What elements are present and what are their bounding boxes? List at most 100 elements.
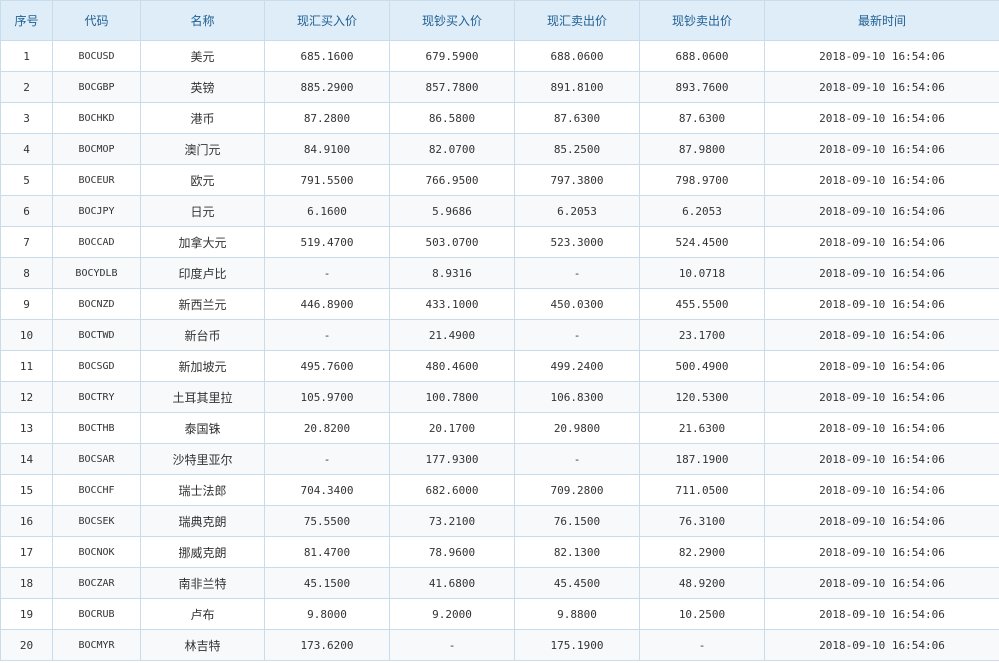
cell-spot-buy: - (264, 257, 390, 289)
cell-cash-buy: 857.7800 (389, 71, 515, 103)
cell-code: BOCEUR (52, 164, 141, 196)
cell-currency-name: 沙特里亚尔 (140, 443, 265, 475)
cell-index: 6 (0, 195, 53, 227)
cell-cash-buy: 682.6000 (389, 474, 515, 506)
cell-latest-time: 2018-09-10 16:54:06 (764, 71, 999, 103)
cell-latest-time: 2018-09-10 16:54:06 (764, 350, 999, 382)
cell-spot-sell: 82.1300 (514, 536, 640, 568)
cell-currency-name: 挪威克朗 (140, 536, 265, 568)
cell-currency-name: 土耳其里拉 (140, 381, 265, 413)
cell-currency-name: 加拿大元 (140, 226, 265, 258)
cell-index: 18 (0, 567, 53, 599)
cell-spot-sell: 523.3000 (514, 226, 640, 258)
cell-latest-time: 2018-09-10 16:54:06 (764, 195, 999, 227)
cell-code: BOCMYR (52, 629, 141, 661)
cell-currency-name: 英镑 (140, 71, 265, 103)
cell-currency-name: 印度卢比 (140, 257, 265, 289)
cell-cash-sell: 524.4500 (639, 226, 765, 258)
cell-spot-buy: 75.5500 (264, 505, 390, 537)
cell-spot-sell: 76.1500 (514, 505, 640, 537)
cell-code: BOCTWD (52, 319, 141, 351)
cell-code: BOCUSD (52, 40, 141, 72)
cell-spot-buy: 87.2800 (264, 102, 390, 134)
cell-currency-name: 新西兰元 (140, 288, 265, 320)
cell-currency-name: 澳门元 (140, 133, 265, 165)
cell-spot-buy: - (264, 443, 390, 475)
header-spot-buy: 现汇买入价 (264, 0, 390, 41)
table-row: 2 BOCGBP 英镑 885.2900 857.7800 891.8100 893.760… (0, 71, 999, 103)
table-header: 序号 代码 名称 现汇买入价 现钞买入价 现汇卖出价 现钞卖出价 最新时间 (0, 0, 999, 41)
cell-cash-buy: 503.0700 (389, 226, 515, 258)
cell-currency-name: 日元 (140, 195, 265, 227)
cell-currency-name: 卢布 (140, 598, 265, 630)
cell-spot-buy: - (264, 319, 390, 351)
table-row: 8 BOCYDLB 印度卢比 -8.9316-10.0718 2018-09-10 16… (0, 257, 999, 289)
cell-latest-time: 2018-09-10 16:54:06 (764, 412, 999, 444)
cell-latest-time: 2018-09-10 16:54:06 (764, 102, 999, 134)
cell-cash-buy: 480.4600 (389, 350, 515, 382)
table-row: 6 BOCJPY 日元 6.1600 5.9686 6.2053 6.2053 2018-09… (0, 195, 999, 227)
cell-spot-sell: 20.9800 (514, 412, 640, 444)
cell-currency-name: 南非兰特 (140, 567, 265, 599)
cell-spot-buy: 45.1500 (264, 567, 390, 599)
cell-index: 19 (0, 598, 53, 630)
table-row: 18 BOCZAR 南非兰特 45.1500 41.6800 45.4500 48.9200… (0, 567, 999, 599)
table-row: 10 BOCTWD 新台币 -21.4900-23.1700 2018-09-10 16… (0, 319, 999, 351)
table-row: 11 BOCSGD 新加坡元 495.7600 480.4600 499.2400 500.… (0, 350, 999, 382)
cell-spot-sell: 891.8100 (514, 71, 640, 103)
cell-index: 13 (0, 412, 53, 444)
cell-currency-name: 欧元 (140, 164, 265, 196)
cell-latest-time: 2018-09-10 16:54:06 (764, 598, 999, 630)
cell-spot-buy: 9.8000 (264, 598, 390, 630)
cell-code: BOCSGD (52, 350, 141, 382)
cell-spot-sell: 450.0300 (514, 288, 640, 320)
header-index: 序号 (0, 0, 53, 41)
cell-cash-sell: 187.1900 (639, 443, 765, 475)
table-row: 20 BOCMYR 林吉特 173.6200-175.1900-2018-09-10 … (0, 629, 999, 661)
cell-code: BOCMOP (52, 133, 141, 165)
table-row: 17 BOCNOK 挪威克朗 81.4700 78.9600 82.1300 82.2900… (0, 536, 999, 568)
table-row: 19 BOCRUB 卢布 9.8000 9.2000 9.8800 10.2500 2018-… (0, 598, 999, 630)
cell-code: BOCTHB (52, 412, 141, 444)
cell-latest-time: 2018-09-10 16:54:06 (764, 133, 999, 165)
cell-cash-buy: 433.1000 (389, 288, 515, 320)
cell-index: 17 (0, 536, 53, 568)
cell-cash-buy: 73.2100 (389, 505, 515, 537)
cell-code: BOCSEK (52, 505, 141, 537)
cell-currency-name: 瑞士法郎 (140, 474, 265, 506)
cell-spot-sell: 6.2053 (514, 195, 640, 227)
cell-cash-sell: 10.2500 (639, 598, 765, 630)
cell-spot-buy: 84.9100 (264, 133, 390, 165)
cell-latest-time: 2018-09-10 16:54:06 (764, 536, 999, 568)
cell-cash-buy: 766.9500 (389, 164, 515, 196)
cell-index: 14 (0, 443, 53, 475)
cell-cash-buy: 41.6800 (389, 567, 515, 599)
cell-cash-buy: 82.0700 (389, 133, 515, 165)
table-row: 16 BOCSEK 瑞典克朗 75.5500 73.2100 76.1500 76.3100… (0, 505, 999, 537)
cell-cash-sell: 500.4900 (639, 350, 765, 382)
cell-latest-time: 2018-09-10 16:54:06 (764, 288, 999, 320)
cell-latest-time: 2018-09-10 16:54:06 (764, 164, 999, 196)
header-spot-sell: 现汇卖出价 (514, 0, 640, 41)
cell-currency-name: 新加坡元 (140, 350, 265, 382)
cell-currency-name: 港币 (140, 102, 265, 134)
cell-spot-buy: 6.1600 (264, 195, 390, 227)
cell-spot-sell: 175.1900 (514, 629, 640, 661)
table-row: 13 BOCTHB 泰国铢 20.8200 20.1700 20.9800 21.6300 2… (0, 412, 999, 444)
cell-spot-sell: 106.8300 (514, 381, 640, 413)
cell-spot-buy: 173.6200 (264, 629, 390, 661)
table-body: 1 BOCUSD 美元 685.1600 679.5900 688.0600 688.060… (0, 40, 999, 661)
cell-cash-buy: 177.9300 (389, 443, 515, 475)
cell-latest-time: 2018-09-10 16:54:06 (764, 443, 999, 475)
cell-latest-time: 2018-09-10 16:54:06 (764, 567, 999, 599)
cell-code: BOCCHF (52, 474, 141, 506)
cell-index: 8 (0, 257, 53, 289)
cell-spot-sell: 87.6300 (514, 102, 640, 134)
cell-spot-buy: 791.5500 (264, 164, 390, 196)
cell-cash-buy: - (389, 629, 515, 661)
cell-index: 3 (0, 102, 53, 134)
cell-code: BOCHKD (52, 102, 141, 134)
cell-code: BOCGBP (52, 71, 141, 103)
cell-cash-buy: 20.1700 (389, 412, 515, 444)
table-row: 15 BOCCHF 瑞士法郎 704.3400 682.6000 709.2800 711.… (0, 474, 999, 506)
